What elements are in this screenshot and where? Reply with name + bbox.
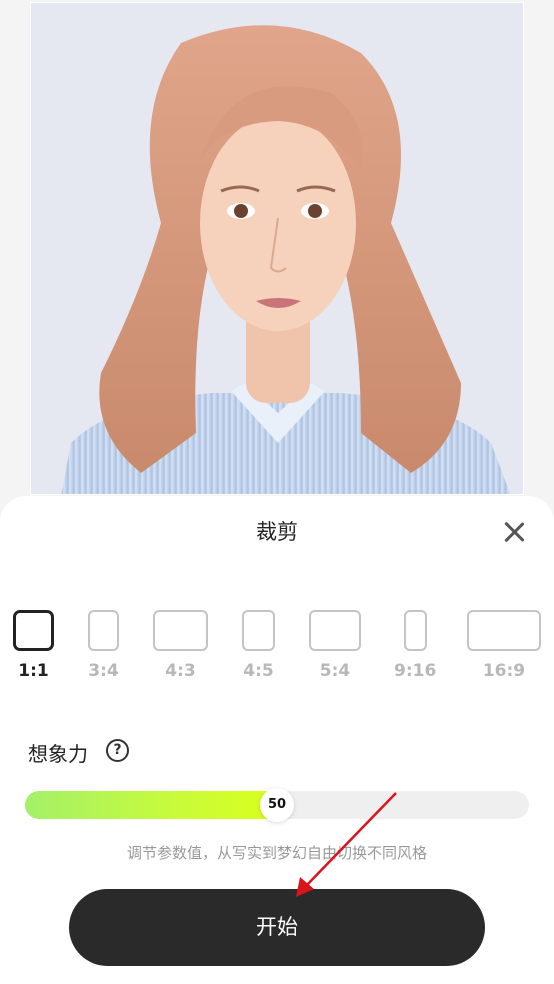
help-circle-icon[interactable]: ? xyxy=(106,739,129,762)
ratio-5-4-shape xyxy=(309,610,361,651)
sheet-title: 裁剪 xyxy=(256,520,298,544)
portrait-illustration xyxy=(31,3,523,494)
close-icon[interactable] xyxy=(498,516,530,548)
ratio-label: 9:16 xyxy=(394,661,437,681)
start-button[interactable]: 开始 xyxy=(69,889,485,966)
imagination-hint: 调节参数值，从写实到梦幻自由切换不同风格 xyxy=(126,844,427,862)
ratio-label: 4:5 xyxy=(243,661,274,681)
ratio-1-1-shape xyxy=(13,610,54,651)
imagination-label: 想象力 xyxy=(28,742,88,766)
ratio-4-3-shape xyxy=(153,610,208,651)
imagination-slider-thumb[interactable]: 50 xyxy=(260,788,294,822)
ratio-9-16-shape xyxy=(403,610,427,651)
ratio-option-1-1[interactable]: 1:1 xyxy=(13,610,54,681)
ratio-4-5-shape xyxy=(242,610,275,651)
ratio-label: 4:3 xyxy=(165,661,196,681)
ratio-option-5-4[interactable]: 5:4 xyxy=(309,610,361,681)
ratio-option-3-4[interactable]: 3:4 xyxy=(88,610,119,681)
imagination-slider[interactable]: 50 xyxy=(25,788,529,822)
ratio-option-4-3[interactable]: 4:3 xyxy=(153,610,208,681)
ratio-label: 5:4 xyxy=(319,661,351,681)
ratio-option-4-5[interactable]: 4:5 xyxy=(242,610,275,681)
ratio-option-9-16[interactable]: 9:16 xyxy=(394,610,436,681)
ratio-16-9-shape xyxy=(467,610,541,651)
ratio-label: 1:1 xyxy=(18,661,49,681)
crop-sheet: 裁剪 1:1 3:4 4:3 4:5 5:4 9:16 16:9 想象力 ? 5… xyxy=(0,496,554,984)
ratio-label: 3:4 xyxy=(88,661,119,681)
ratio-3-4-shape xyxy=(88,610,119,651)
imagination-slider-fill xyxy=(25,791,277,819)
ratio-label: 16:9 xyxy=(482,661,526,681)
photo-area xyxy=(0,0,554,500)
portrait-photo xyxy=(30,2,524,495)
ratio-option-16-9[interactable]: 16:9 xyxy=(467,610,541,681)
